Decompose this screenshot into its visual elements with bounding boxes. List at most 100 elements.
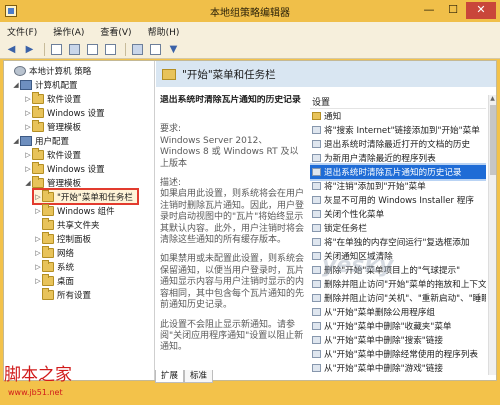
- list-item[interactable]: 锁定任务栏: [310, 221, 486, 235]
- list-item-label: 锁定任务栏: [324, 224, 367, 234]
- show-hide-tree-icon[interactable]: [67, 42, 82, 57]
- list-item-label: 从"开始"菜单中删除"搜索"链接: [324, 336, 443, 346]
- policy-setting-icon: [312, 308, 321, 316]
- list-item[interactable]: 将"在单独的内存空间运行"复选框添加: [310, 235, 486, 249]
- tab-extended[interactable]: 扩展: [155, 370, 185, 383]
- policy-setting-icon: [312, 210, 321, 218]
- details-pane: "开始"菜单和任务栏 退出系统时清除瓦片通知的历史记录 要求: Windows S…: [156, 61, 496, 380]
- tree-expander[interactable]: ▷: [24, 123, 32, 131]
- description-paragraph-2: 如果禁用或未配置此设置，则系统会保留通知，以便当用户登录时，瓦片通知显示内容与用…: [160, 254, 305, 311]
- tree-item-software-settings[interactable]: ▷ 软件设置: [24, 147, 82, 161]
- list-item[interactable]: 将"注销"添加到"开始"菜单: [310, 179, 486, 193]
- tree-item-admin-templates[interactable]: ▷ 管理模板: [24, 119, 82, 133]
- list-item-selected[interactable]: 退出系统时清除瓦片通知的历史记录: [310, 163, 486, 181]
- menu-file[interactable]: 文件(F): [4, 24, 40, 39]
- tree-item-label: 网络: [57, 248, 75, 259]
- tree-item-system[interactable]: ▷ 系统: [34, 259, 75, 273]
- forward-arrow-icon[interactable]: ▶: [22, 42, 37, 57]
- tree-item-label: 管理模板: [47, 122, 82, 133]
- toolbar-divider: [44, 42, 45, 56]
- tree-item-all-settings[interactable]: 所有设置: [34, 287, 91, 301]
- title-bar: 本地组策略编辑器 — ☐ ✕: [0, 0, 500, 22]
- tree-item-user-config[interactable]: ◢ 用户配置: [12, 134, 69, 147]
- watermark-site-name: 脚本之家: [4, 365, 72, 385]
- policy-setting-icon: [312, 238, 321, 246]
- tree-expander[interactable]: ▷: [34, 249, 42, 257]
- tree-item-label: 软件设置: [47, 150, 82, 161]
- filter-icon[interactable]: ▼: [166, 42, 181, 57]
- computer-policy-icon: [14, 65, 26, 76]
- menu-view[interactable]: 查看(V): [97, 24, 134, 39]
- tree-expander[interactable]: ▷: [24, 109, 32, 117]
- minimize-button[interactable]: —: [418, 2, 440, 19]
- tree-expander[interactable]: ▷: [34, 207, 42, 215]
- up-folder-icon[interactable]: [49, 42, 64, 57]
- policy-setting-icon: [312, 364, 321, 372]
- close-button[interactable]: ✕: [466, 2, 496, 19]
- tree-expander[interactable]: ▷: [34, 277, 42, 285]
- export-list-icon[interactable]: [103, 42, 118, 57]
- list-item-label: 删除并阻止访问"关机"、"重新启动"、"睡眠": [324, 294, 486, 304]
- list-header-setting[interactable]: 设置: [310, 95, 486, 109]
- maximize-button[interactable]: ☐: [442, 2, 464, 19]
- requires-label: 要求:: [160, 124, 182, 135]
- tree-item-windows-settings[interactable]: ▷ Windows 设置: [24, 161, 105, 175]
- tree-item-local-computer-policy[interactable]: 本地计算机 策略: [6, 64, 91, 77]
- tree-expander[interactable]: ◢: [12, 137, 20, 145]
- policy-setting-icon: [312, 154, 321, 162]
- list-item[interactable]: 从"开始"菜单中删除"收藏夹"菜单: [310, 319, 486, 333]
- list-item[interactable]: 从"开始"菜单中删除"搜索"链接: [310, 333, 486, 347]
- tree-expander[interactable]: ◢: [12, 81, 20, 89]
- panel-icon[interactable]: [148, 42, 163, 57]
- tree-item-control-panel[interactable]: ▷ 控制面板: [34, 231, 91, 245]
- list-item[interactable]: 将"搜索 Internet"链接添加到"开始"菜单: [310, 123, 486, 137]
- list-item[interactable]: 通知: [310, 109, 486, 123]
- tab-standard[interactable]: 标准: [184, 370, 214, 383]
- tree-expander[interactable]: ▷: [34, 193, 42, 201]
- tree-expander[interactable]: ▷: [24, 95, 32, 103]
- tree-item-network[interactable]: ▷ 网络: [34, 245, 75, 259]
- list-item[interactable]: 从"开始"菜单中删除"游戏"链接: [310, 361, 486, 375]
- tree-item-windows-components[interactable]: ▷ Windows 组件: [34, 203, 115, 217]
- help-icon[interactable]: [130, 42, 145, 57]
- folder-icon: [42, 231, 54, 244]
- menu-action[interactable]: 操作(A): [50, 24, 87, 39]
- tree-item-software-settings[interactable]: ▷ 软件设置: [24, 91, 82, 105]
- tree-item-desktop[interactable]: ▷ 桌面: [34, 273, 74, 287]
- tree-item-admin-templates[interactable]: ◢ 管理模板: [24, 175, 81, 189]
- tree-item-label: "开始"菜单和任务栏: [57, 192, 133, 203]
- list-item[interactable]: 从"开始"菜单中删除经常使用的程序列表: [310, 347, 486, 361]
- tree-item-windows-settings[interactable]: ▷ Windows 设置: [24, 105, 105, 119]
- tree-item-start-menu-taskbar[interactable]: ▷ "开始"菜单和任务栏: [32, 188, 139, 205]
- list-item[interactable]: 从"开始"菜单删除公用程序组: [310, 305, 486, 319]
- policy-setting-icon: [312, 126, 321, 134]
- folder-icon: [42, 245, 54, 258]
- policy-setting-icon: [312, 350, 321, 358]
- properties-icon[interactable]: [85, 42, 100, 57]
- tree-item-shared-folders[interactable]: 共享文件夹: [34, 217, 100, 231]
- settings-list: 设置 通知 将"搜索 Internet"链接添加到"开始"菜单 退出系统时清除最…: [310, 95, 486, 375]
- tree-expander[interactable]: ▷: [24, 165, 32, 173]
- setting-description: 退出系统时清除瓦片通知的历史记录 要求: Windows Server 2012、…: [160, 95, 306, 375]
- vertical-scrollbar[interactable]: ▲: [488, 95, 496, 375]
- list-item[interactable]: 关闭个性化菜单: [310, 207, 486, 221]
- list-item[interactable]: 删除并阻止访问"关机"、"重新启动"、"睡眠": [310, 291, 486, 305]
- tree-expander[interactable]: ◢: [24, 179, 32, 187]
- tree-expander[interactable]: ▷: [34, 263, 42, 271]
- scroll-up-arrow-icon[interactable]: ▲: [489, 95, 496, 103]
- menu-help[interactable]: 帮助(H): [145, 24, 183, 39]
- folder-icon: [42, 287, 54, 300]
- tree-item-label: 软件设置: [47, 94, 82, 105]
- tree-expander[interactable]: ▷: [24, 151, 32, 159]
- scroll-thumb[interactable]: [490, 105, 496, 175]
- list-item[interactable]: 退出系统时清除最近打开的文档的历史: [310, 137, 486, 151]
- tree-expander[interactable]: ▷: [34, 235, 42, 243]
- toolbar-divider: [125, 42, 126, 56]
- watermark-logo: yesky: [322, 253, 395, 278]
- folder-icon: [42, 203, 54, 216]
- list-item[interactable]: 为新用户清除最近的程序列表: [310, 151, 486, 165]
- back-arrow-icon[interactable]: ◀: [4, 42, 19, 57]
- list-item[interactable]: 灰显不可用的 Windows Installer 程序: [310, 193, 486, 207]
- tree-item-label: 系统: [57, 262, 75, 273]
- tree-item-computer-config[interactable]: ◢ 计算机配置: [12, 78, 78, 91]
